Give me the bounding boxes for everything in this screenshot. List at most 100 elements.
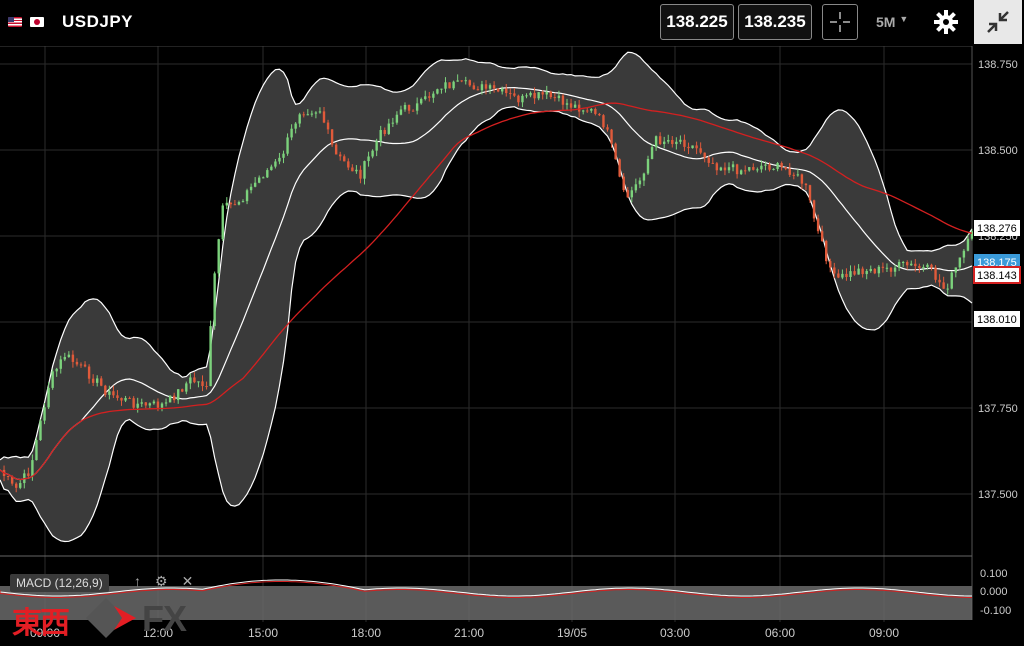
candle-body (480, 84, 484, 91)
candle-body (104, 385, 107, 395)
candle-body (47, 387, 50, 408)
candle-body (590, 108, 593, 111)
candle-body (549, 91, 552, 98)
candle-body (330, 129, 334, 145)
candle-body (229, 202, 233, 205)
candle-body (586, 110, 589, 112)
top-bar: USDJPY 138.225 138.235 5M ▼ (0, 0, 1024, 46)
candle-body (545, 91, 548, 95)
candle-body (667, 139, 670, 142)
candle-body (776, 163, 779, 169)
candle-body (270, 166, 273, 171)
candle-body (889, 267, 893, 272)
collapse-button[interactable] (974, 0, 1022, 44)
candle-body (703, 152, 706, 158)
jp-flag-icon (30, 17, 44, 27)
candle-body (407, 105, 411, 111)
candle-body (537, 92, 540, 99)
candle-body (654, 136, 658, 148)
candle-body (15, 483, 18, 488)
timeframe-selector[interactable]: 5M ▼ (876, 14, 908, 30)
price-tick-label: 137.750 (978, 403, 1018, 415)
candle-body (727, 167, 731, 171)
symbol-selector[interactable]: USDJPY (8, 12, 133, 32)
candle-body (723, 167, 727, 171)
price-tick-label: 137.500 (978, 489, 1018, 501)
candle-body (820, 231, 824, 241)
bid-price-button[interactable]: 138.225 (660, 4, 734, 40)
close-icon[interactable]: ✕ (182, 573, 194, 590)
candle-body (152, 401, 156, 404)
candle-body (695, 145, 698, 149)
candle-body (298, 114, 301, 124)
ma-label: 138.143 (977, 270, 1017, 282)
candle-body (634, 184, 638, 191)
price-chart[interactable]: 138.750138.500138.250137.750137.500138.2… (0, 0, 1024, 646)
candle-body (43, 407, 46, 421)
candle-body (290, 128, 293, 138)
candle-body (950, 272, 953, 289)
time-tick-label: 15:00 (248, 626, 278, 640)
candle-body (168, 395, 172, 403)
candle-body (201, 381, 204, 387)
candle-body (91, 378, 95, 383)
candle-body (954, 267, 957, 273)
candle-body (294, 123, 297, 129)
gear-icon[interactable]: ⚙ (155, 573, 168, 590)
crosshair-button[interactable] (822, 4, 858, 40)
candle-body (885, 267, 889, 269)
candle-body (27, 473, 30, 476)
candle-body (663, 141, 666, 144)
candle-body (756, 169, 759, 171)
candle-body (359, 169, 362, 179)
candle-body (339, 154, 342, 157)
candle-body (221, 205, 224, 240)
candle-body (582, 110, 585, 112)
candle-body (513, 93, 516, 96)
candle-body (788, 168, 791, 175)
candle-body (707, 157, 710, 163)
price-axis-bg (973, 46, 1024, 620)
crosshair-icon (830, 12, 850, 32)
candle-body (829, 261, 832, 268)
candle-body (869, 268, 872, 271)
candle-body (521, 95, 524, 103)
candle-body (51, 371, 54, 388)
candle-body (460, 80, 463, 82)
candle-body (387, 123, 390, 134)
candle-body (241, 201, 245, 203)
gear-icon[interactable] (932, 8, 960, 36)
candle-body (553, 97, 557, 99)
macd-indicator-label[interactable]: MACD (12,26,9) (10, 574, 109, 592)
candle-body (55, 368, 58, 372)
candle-body (816, 218, 820, 232)
candle-body (800, 174, 804, 184)
candle-body (812, 200, 816, 219)
candle-body (922, 266, 925, 268)
arrow-up-icon[interactable]: ↑ (134, 573, 141, 590)
candle-body (557, 95, 561, 99)
candle-body (683, 139, 686, 147)
candle-body (606, 127, 609, 130)
candle-body (614, 143, 617, 160)
candle-body (650, 147, 654, 159)
candle-body (6, 476, 10, 478)
candle-body (845, 273, 848, 277)
candle-body (565, 103, 569, 105)
candle-body (735, 164, 739, 175)
candle-body (128, 397, 131, 399)
ask-price-button[interactable]: 138.235 (738, 4, 812, 40)
candle-body (618, 159, 621, 177)
candle-body (440, 88, 443, 90)
candle-body (262, 177, 265, 179)
candle-body (861, 268, 864, 275)
candle-body (83, 364, 87, 367)
candle-body (343, 156, 346, 162)
candle-body (837, 273, 840, 278)
candle-body (760, 165, 763, 170)
candle-body (144, 402, 147, 406)
lower-band-label: 138.010 (977, 314, 1017, 326)
candle-body (19, 483, 22, 488)
candle-body (711, 162, 714, 164)
candle-body (509, 93, 512, 95)
